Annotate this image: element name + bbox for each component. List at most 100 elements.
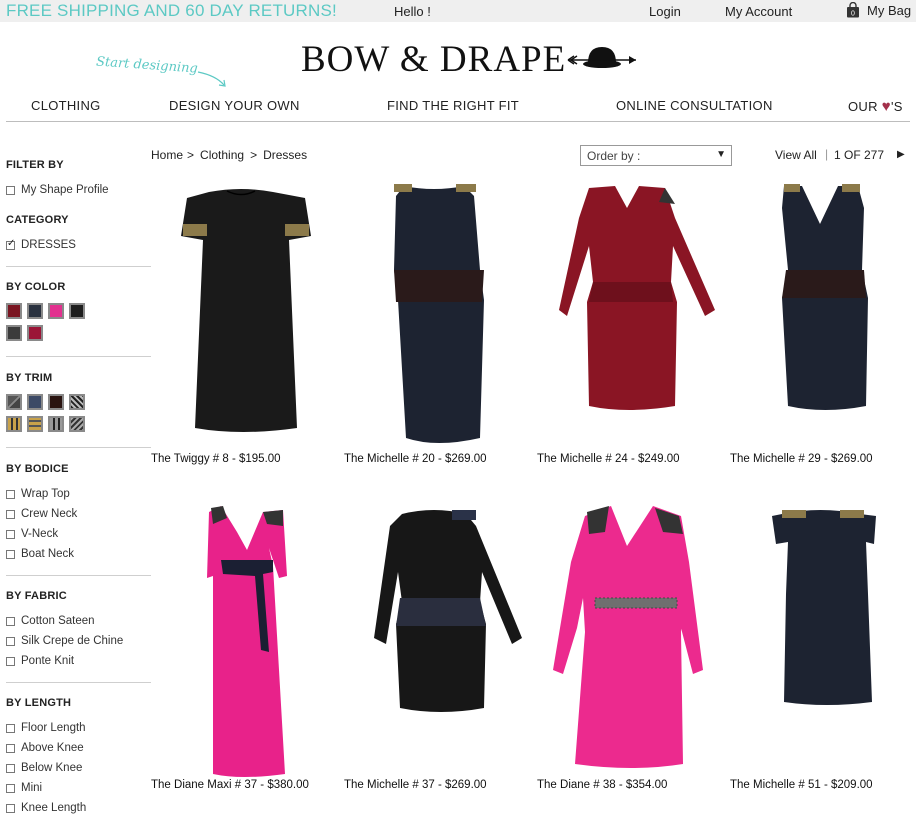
filter-cotton-sateen[interactable]: Cotton Sateen <box>6 615 95 627</box>
trim-swatch-silver-chain[interactable] <box>69 416 85 432</box>
color-heading: BY COLOR <box>6 281 66 293</box>
checkbox[interactable] <box>6 529 15 539</box>
breadcrumb-separator: > <box>250 148 258 162</box>
product-caption[interactable]: The Michelle # 24 - $249.00 <box>537 453 680 465</box>
checkbox[interactable] <box>6 743 15 753</box>
product-image-michelle-20[interactable] <box>344 178 524 448</box>
product-caption[interactable]: The Diane # 38 - $354.00 <box>537 779 667 791</box>
trim-swatch-leather[interactable] <box>6 394 22 410</box>
length-heading: BY LENGTH <box>6 697 72 709</box>
checkbox[interactable] <box>6 489 15 499</box>
product-image-diane-maxi-37[interactable] <box>151 502 331 780</box>
curved-arrow-icon <box>197 71 226 87</box>
product-image-michelle-24[interactable] <box>537 178 717 448</box>
checkbox[interactable] <box>6 549 15 559</box>
nav-clothing[interactable]: CLOTHING <box>31 98 101 113</box>
checkbox[interactable] <box>6 656 15 666</box>
checkbox[interactable] <box>6 509 15 519</box>
filter-label: Wrap Top <box>21 488 70 500</box>
start-designing-tagline[interactable]: Start designing <box>96 54 199 76</box>
divider <box>6 682 151 683</box>
filter-crew-neck[interactable]: Crew Neck <box>6 508 77 520</box>
filter-label: DRESSES <box>21 239 76 251</box>
filter-mini[interactable]: Mini <box>6 782 42 794</box>
view-all-link[interactable]: View All <box>775 148 817 162</box>
trim-swatch-gold-chain[interactable] <box>27 416 43 432</box>
checkbox[interactable] <box>6 616 15 626</box>
login-link[interactable]: Login <box>649 4 681 19</box>
nav-design-your-own[interactable]: DESIGN YOUR OWN <box>169 98 300 113</box>
product-image-michelle-37[interactable] <box>344 502 524 780</box>
product-caption[interactable]: The Michelle # 37 - $269.00 <box>344 779 487 791</box>
checkbox[interactable] <box>6 636 15 646</box>
trim-heading: BY TRIM <box>6 372 53 384</box>
filter-knee-length[interactable]: Knee Length <box>6 802 86 814</box>
breadcrumb-current: Dresses <box>263 148 308 162</box>
nav-find-the-right-fit[interactable]: FIND THE RIGHT FIT <box>387 98 519 113</box>
color-swatch-raspberry[interactable] <box>27 325 43 341</box>
divider <box>6 266 151 267</box>
checkbox[interactable] <box>6 783 15 793</box>
filter-label: Below Knee <box>21 762 83 774</box>
filter-floor-length[interactable]: Floor Length <box>6 722 86 734</box>
breadcrumb: Home > Clothing > Dresses <box>151 148 307 162</box>
my-bag-link[interactable]: 0 My Bag <box>845 2 911 18</box>
checkbox-checked[interactable] <box>6 238 15 250</box>
filter-v-neck[interactable]: V-Neck <box>6 528 58 540</box>
breadcrumb-home[interactable]: Home <box>151 148 183 162</box>
divider <box>6 575 151 576</box>
product-caption[interactable]: The Michelle # 29 - $269.00 <box>730 453 873 465</box>
next-page-icon[interactable]: ▶ <box>897 149 905 160</box>
trim-swatch-gold-studs[interactable] <box>6 416 22 432</box>
filter-below-knee[interactable]: Below Knee <box>6 762 82 774</box>
bag-label: My Bag <box>867 2 912 18</box>
filter-ponte-knit[interactable]: Ponte Knit <box>6 655 74 667</box>
order-by-value: Order by : <box>587 149 641 163</box>
filter-label: Cotton Sateen <box>21 615 95 627</box>
nav-our-suffix: 'S <box>890 99 903 114</box>
color-swatch-burgundy[interactable] <box>6 303 22 319</box>
fabric-heading: BY FABRIC <box>6 590 67 602</box>
my-account-link[interactable]: My Account <box>725 4 792 19</box>
product-caption[interactable]: The Michelle # 20 - $269.00 <box>344 453 487 465</box>
nav-online-consultation[interactable]: ONLINE CONSULTATION <box>616 98 773 113</box>
filter-label: Boat Neck <box>21 548 75 560</box>
trim-swatch-silver-studs[interactable] <box>48 416 64 432</box>
filter-label: Crew Neck <box>21 508 78 520</box>
trim-swatch-brown[interactable] <box>48 394 64 410</box>
checkbox[interactable] <box>6 723 15 733</box>
breadcrumb-clothing[interactable]: Clothing <box>200 148 244 162</box>
checkbox[interactable] <box>6 763 15 773</box>
trim-swatch-studded[interactable] <box>69 394 85 410</box>
product-caption[interactable]: The Diane Maxi # 37 - $380.00 <box>151 779 309 791</box>
product-image-michelle-51[interactable] <box>730 502 910 780</box>
checkbox[interactable] <box>6 803 15 813</box>
filter-label: Mini <box>21 782 43 794</box>
order-by-select[interactable]: Order by : ▼ <box>580 145 732 166</box>
filter-above-knee[interactable]: Above Knee <box>6 742 84 754</box>
product-image-twiggy-8[interactable] <box>151 178 331 448</box>
shopping-bag-icon: 0 <box>847 2 859 18</box>
nav-our-favorites[interactable]: OUR ♥'S <box>848 98 903 115</box>
filter-category-dresses[interactable]: DRESSES <box>6 238 76 251</box>
greeting: Hello ! <box>394 4 431 19</box>
site-logo[interactable]: BOW & DRAPE <box>301 38 566 81</box>
color-swatch-navy[interactable] <box>27 303 43 319</box>
filter-wrap-top[interactable]: Wrap Top <box>6 488 70 500</box>
color-swatch-black[interactable] <box>69 303 85 319</box>
color-swatch-pink[interactable] <box>48 303 64 319</box>
checkbox[interactable] <box>6 185 15 195</box>
filter-silk-crepe[interactable]: Silk Crepe de Chine <box>6 635 123 647</box>
product-caption[interactable]: The Michelle # 51 - $209.00 <box>730 779 873 791</box>
divider <box>6 356 151 357</box>
product-caption[interactable]: The Twiggy # 8 - $195.00 <box>151 453 281 465</box>
product-image-michelle-29[interactable] <box>730 178 910 448</box>
top-bar: FREE SHIPPING AND 60 DAY RETURNS! Hello … <box>0 0 916 22</box>
filter-label: Floor Length <box>21 722 86 734</box>
filter-my-shape-profile[interactable]: My Shape Profile <box>6 184 109 196</box>
dropdown-arrow-icon: ▼ <box>716 149 726 160</box>
filter-boat-neck[interactable]: Boat Neck <box>6 548 74 560</box>
trim-swatch-navy[interactable] <box>27 394 43 410</box>
color-swatch-charcoal[interactable] <box>6 325 22 341</box>
product-image-diane-38[interactable] <box>537 502 717 780</box>
